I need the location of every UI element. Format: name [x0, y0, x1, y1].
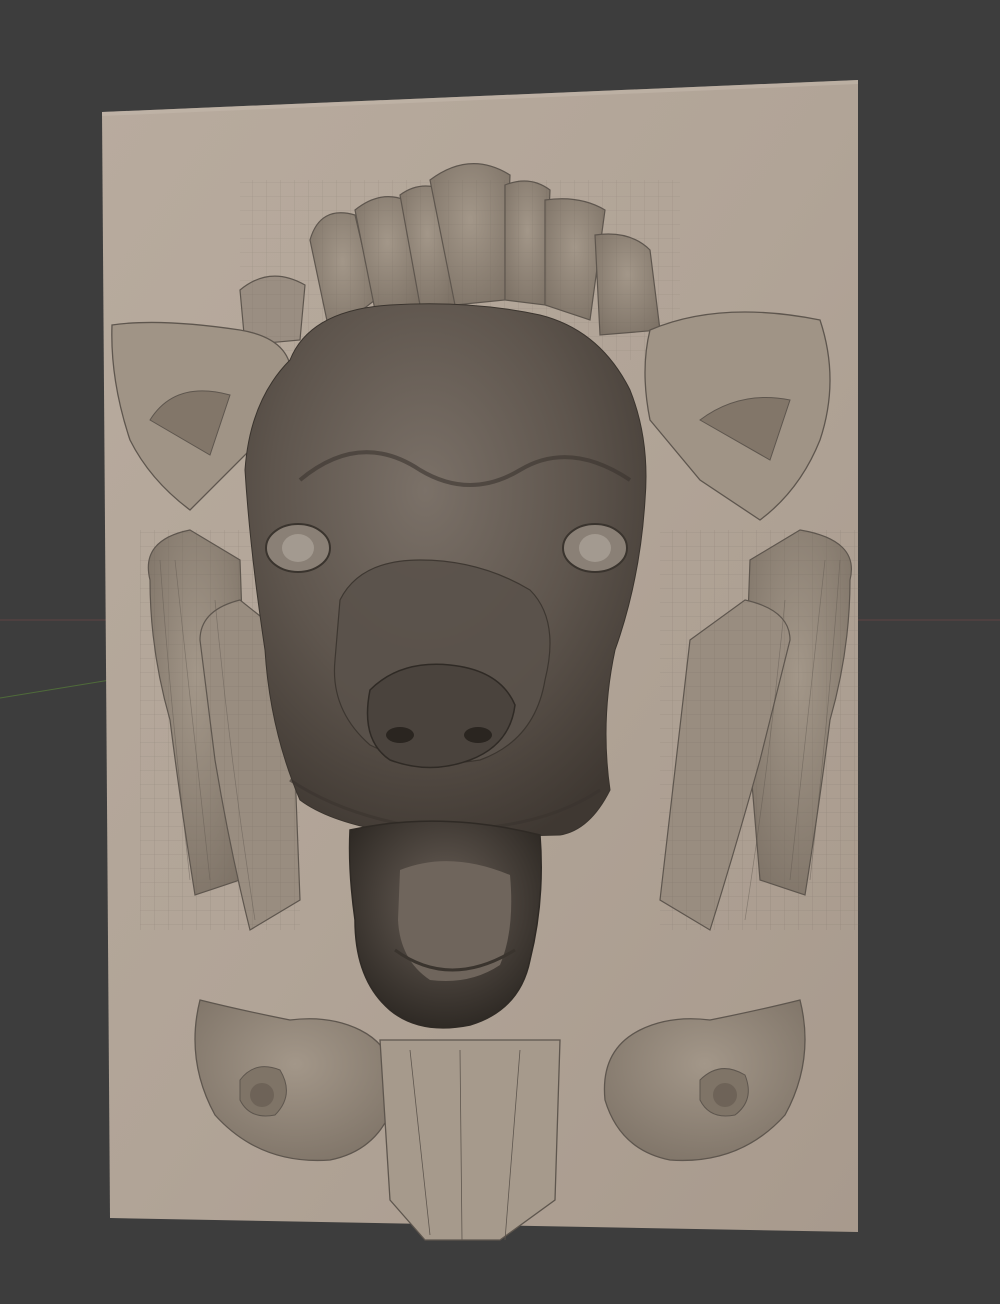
side-mane-right[interactable]: [659, 529, 860, 931]
center-keel[interactable]: [379, 1039, 561, 1241]
lion-face[interactable]: [244, 303, 647, 839]
lion-mouth[interactable]: [348, 820, 542, 1029]
3d-viewport[interactable]: [0, 0, 1000, 1304]
viewport-canvas[interactable]: [0, 0, 1000, 1304]
axis-y-line: [0, 679, 111, 699]
